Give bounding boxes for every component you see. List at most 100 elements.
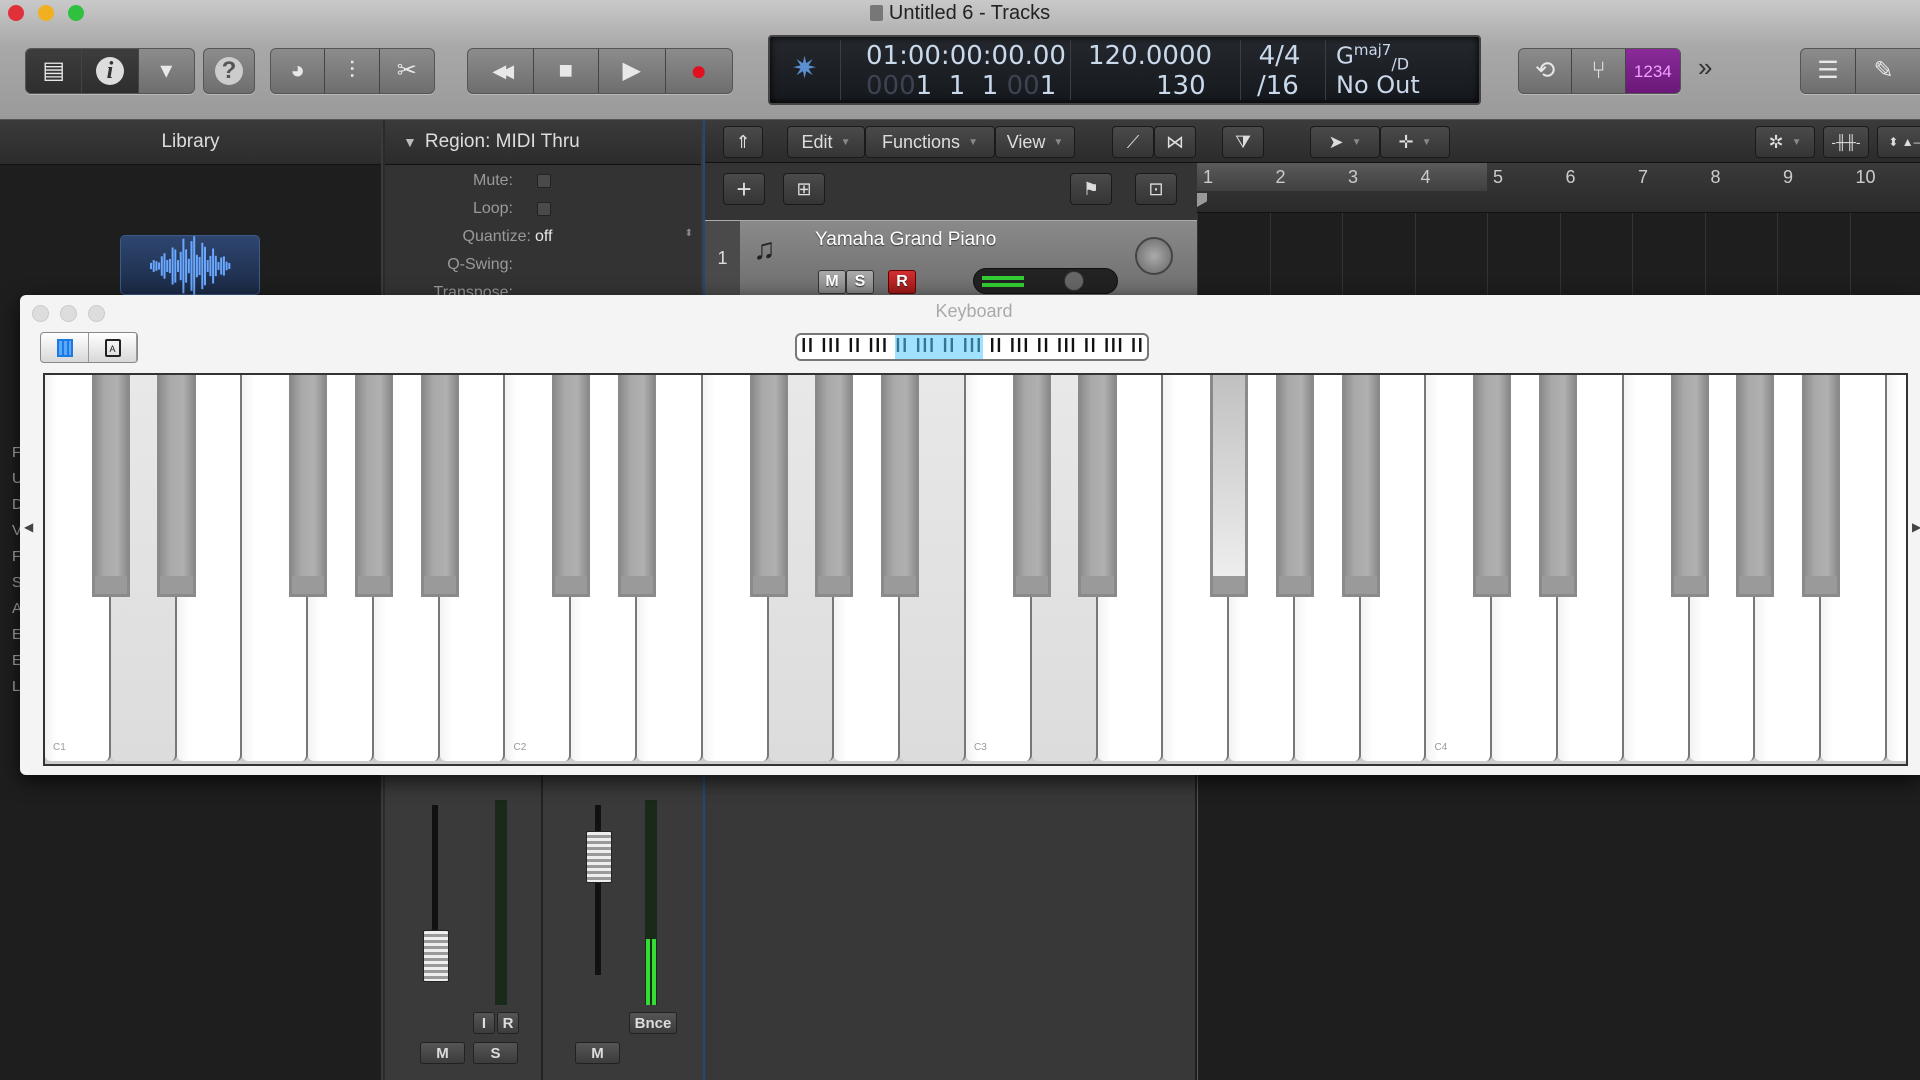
q-swing-label: Q-Swing: [447,256,513,273]
document-icon [869,5,883,21]
track-header-row[interactable]: 1 ♫ Yamaha Grand Piano M S R [705,220,1197,296]
view-menu[interactable]: View ▼ [995,126,1075,158]
black-key-F#1[interactable] [289,375,328,597]
strip1-input-monitor-button[interactable]: I [473,1012,495,1034]
functions-menu[interactable]: Functions ▼ [865,126,995,158]
strip2-fader-handle[interactable] [586,831,612,883]
scroll-right-arrow-icon[interactable]: ▶ [1912,520,1920,534]
black-key-F#3[interactable] [1210,375,1249,597]
division-display[interactable]: /16 [1257,71,1299,101]
cycle-button[interactable]: ⟲ [1519,49,1573,93]
lcd-settings-icon[interactable]: ✷ [792,51,817,86]
bars-beats-display[interactable]: 0001 1 1 001 [866,71,1056,101]
black-key-D#4[interactable] [1538,375,1578,597]
new-folder-button[interactable]: ⊞ [783,173,825,205]
secondary-tool-menu[interactable]: ✛ ▼ [1380,126,1450,158]
rewind-button[interactable]: ◀◀ [468,49,534,93]
zoom-slider[interactable]: ⬍ ▲— [1877,126,1920,158]
black-key-G#2[interactable] [815,375,854,597]
scroll-left-arrow-icon[interactable]: ◀ [24,520,33,534]
strip1-fader-handle[interactable] [423,929,449,982]
automation-button[interactable]: ⟋ [1112,126,1154,158]
list-editors-button[interactable]: ☰ [1801,49,1856,93]
black-key-C#4[interactable] [1473,375,1512,597]
keyboard-range-overview[interactable] [795,333,1149,361]
count-in-button[interactable]: 1234 [1625,49,1680,93]
black-key-G#3[interactable] [1275,375,1314,597]
settings-menu[interactable]: ✲ ▼ [1755,126,1815,158]
toolbar-toggle-button[interactable]: ▾ [139,49,194,93]
ruler[interactable]: 1 2 3 4 5 6 7 8 9 10 [1197,163,1920,213]
visible-range-selector[interactable] [895,335,983,359]
inspector-header[interactable]: ▼ Region: MIDI Thru [385,120,701,165]
bounce-button[interactable]: Bnce [629,1012,677,1034]
musical-typing-button[interactable]: A [89,333,137,362]
edit-menu[interactable]: Edit ▼ [787,126,865,158]
mixer-button[interactable]: ⫶ [325,49,380,93]
mini-black-key [809,338,812,352]
library-button[interactable]: ▤ [26,49,83,93]
stop-button[interactable]: ■ [534,49,599,93]
track-mute-button[interactable]: M [818,270,846,294]
strip1-mute-button[interactable]: M [420,1042,465,1064]
loop-checkbox[interactable] [537,202,551,216]
pan-knob[interactable] [1135,237,1173,275]
black-key-C#3[interactable] [1012,375,1051,597]
black-key-F#4[interactable] [1670,375,1709,597]
track-volume-slider[interactable] [973,268,1118,294]
play-button[interactable]: ▶ [599,49,666,93]
tuner-button[interactable]: ⑂ [1572,49,1626,93]
black-key-A#4[interactable] [1802,375,1841,597]
editors-button[interactable]: ✂ [380,49,434,93]
strip1-record-button[interactable]: R [497,1012,519,1034]
black-key-C#2[interactable] [552,375,591,597]
waveform-zoom-button[interactable]: -╫╫- [1823,126,1869,158]
timecode-display[interactable]: 01:00:00:00.00 [866,41,1066,71]
pointer-tool-menu[interactable]: ➤ ▼ [1310,126,1380,158]
track-record-button[interactable]: R [888,270,916,294]
flex-button[interactable]: ⋈ [1154,126,1196,158]
black-key-A#1[interactable] [420,375,459,597]
black-key-C#1[interactable] [91,375,130,597]
mute-checkbox[interactable] [537,174,551,188]
black-key-A#2[interactable] [881,375,920,597]
add-track-button[interactable]: + [723,173,765,205]
strip1-solo-button[interactable]: S [473,1042,518,1064]
piano-keyboard[interactable]: C1 C2 C3 C4 [43,373,1908,766]
black-key-D#3[interactable] [1078,375,1117,597]
black-key-D#1[interactable] [157,375,196,597]
black-key-D#2[interactable] [617,375,657,597]
quick-help-button[interactable]: ? [204,49,254,93]
inspector-channel-strips: I R M S Bnce M [385,775,703,1080]
cycle-region[interactable] [1197,163,1487,191]
quantize-value[interactable]: off [535,228,553,246]
black-key-F#2[interactable] [749,375,788,597]
inspector-button[interactable]: i [82,49,139,93]
notepad-button[interactable]: ✎ [1856,49,1911,93]
track-name[interactable]: Yamaha Grand Piano [815,229,996,251]
library-patch-icon[interactable] [120,235,260,296]
playhead-marker-icon[interactable] [1197,193,1207,207]
smart-controls-button[interactable]: ◕ [271,49,326,93]
time-signature-display[interactable]: 4/4 [1242,41,1317,71]
flag-button[interactable]: ⚑ [1070,173,1112,205]
black-key-G#4[interactable] [1736,375,1775,597]
tempo-display[interactable]: 120.0000 [1088,41,1212,71]
waveform-icon [150,236,231,296]
disclosure-triangle-icon[interactable]: ▼ [403,134,417,150]
lcd-display[interactable]: ✷ 01:00:00:00.00 0001 1 1 001 120.0000 1… [768,35,1481,105]
more-toolbar-chevron-icon[interactable]: » [1698,52,1712,83]
go-up-button[interactable]: ⇑ [723,126,763,158]
track-solo-button[interactable]: S [846,270,874,294]
volume-slider-thumb[interactable] [1064,271,1084,291]
catch-button[interactable]: ⧩ [1222,126,1264,158]
track-options-button[interactable]: ⊡ [1135,173,1177,205]
black-key-G#1[interactable] [354,375,393,597]
black-key-A#3[interactable] [1341,375,1380,597]
stepper-icon[interactable]: ⬍ [685,228,693,239]
strip2-mute-button[interactable]: M [575,1042,620,1064]
record-button[interactable]: ● [666,49,732,93]
white-key-C5[interactable] [1886,375,1906,761]
piano-mode-button[interactable] [41,333,89,362]
ticks-dim: 00 [1006,71,1040,101]
